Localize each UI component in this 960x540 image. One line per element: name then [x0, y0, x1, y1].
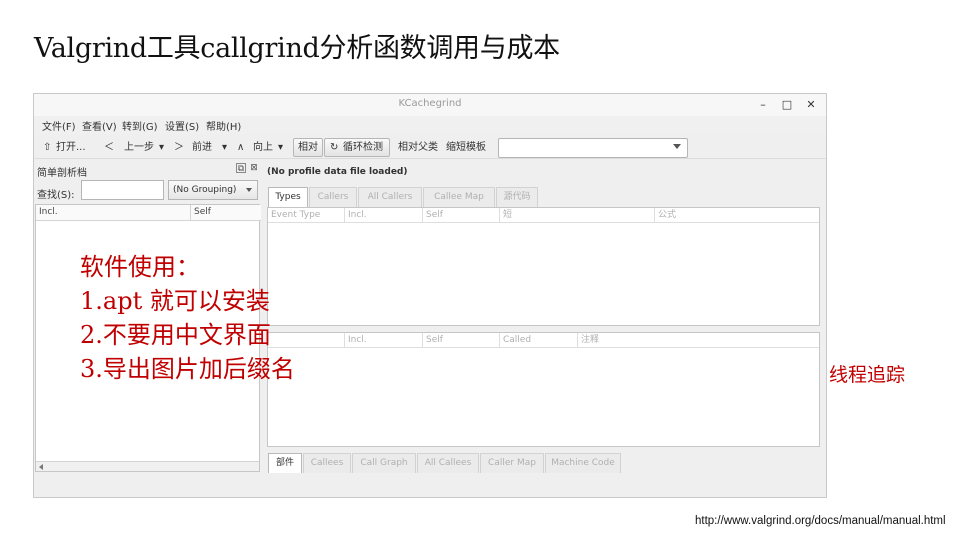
search-label: 查找(S): [37, 190, 75, 201]
bottom-tab-bar: 部件 Callees Call Graph All Callees Caller… [268, 453, 826, 473]
column-header-short[interactable]: 短 [500, 208, 655, 223]
tab-all-callees[interactable]: All Callees [417, 453, 479, 473]
open-icon[interactable]: ⇧ [43, 139, 51, 156]
usage-notes-heading: 软件使用： [80, 253, 200, 281]
slide-title: Valgrind工具callgrind分析函数调用与成本 [34, 33, 560, 64]
tab-caller-map[interactable]: Caller Map [480, 453, 544, 473]
toolbar: ⇧ 打开... ＜ 上一步 ▾ ＞ 前进 ▾ ∧ 向上 ▾ 相对 ↻ 循环检测 相… [34, 135, 826, 159]
maximize-button[interactable]: □ [778, 96, 796, 114]
menu-settings[interactable]: 设置(S) [165, 118, 199, 133]
thread-tracing-note: 线程追踪 [829, 364, 906, 386]
chevron-down-icon[interactable]: ▾ [222, 139, 227, 156]
column-header-comment[interactable]: 注释 [578, 333, 819, 348]
chevron-down-icon[interactable]: ▾ [159, 139, 164, 156]
menu-go[interactable]: 转到(G) [122, 118, 158, 133]
open-button[interactable]: 打开... [56, 139, 86, 156]
cycle-icon: ↻ [330, 142, 339, 153]
menu-help[interactable]: 帮助(H) [206, 118, 241, 133]
usage-note-item: 2.不要用中文界面 [80, 321, 271, 349]
tab-parts[interactable]: 部件 [268, 453, 302, 473]
menubar: 文件(F) 查看(V) 转到(G) 设置(S) 帮助(H) [34, 116, 826, 134]
up-icon[interactable]: ∧ [237, 139, 244, 156]
float-icon[interactable]: ⧉ [236, 163, 246, 174]
relative-to-parent-toggle[interactable]: 相对父类 [398, 139, 438, 156]
tab-callee-map[interactable]: Callee Map [423, 187, 495, 207]
back-icon[interactable]: ＜ [104, 139, 114, 156]
back-button[interactable]: 上一步 [124, 139, 154, 156]
status-label: (No profile data file loaded) [267, 167, 408, 177]
scroll-left-icon[interactable] [39, 464, 43, 470]
chevron-down-icon [673, 144, 681, 149]
usage-note-item: 3.导出图片加后缀名 [80, 355, 295, 383]
usage-note-item: 1.apt 就可以安装 [80, 287, 270, 315]
tab-machine-code[interactable]: Machine Code [545, 453, 621, 473]
tab-source-code[interactable]: 源代码 [496, 187, 538, 207]
close-button[interactable]: ✕ [802, 96, 820, 114]
close-icon[interactable]: ⊠ [249, 163, 259, 173]
source-link[interactable]: http://www.valgrind.org/docs/manual/manu… [695, 515, 946, 527]
column-header-self[interactable]: Self [191, 205, 261, 221]
top-tab-bar: Types Callers All Callers Callee Map 源代码 [268, 187, 826, 207]
menu-file[interactable]: 文件(F) [42, 118, 76, 133]
forward-button[interactable]: 前进 [192, 139, 212, 156]
callee-table[interactable]: Incl. Self Called 注释 [267, 332, 820, 447]
column-header-self[interactable]: Self [423, 208, 500, 223]
tab-all-callers[interactable]: All Callers [358, 187, 422, 207]
menu-view[interactable]: 查看(V) [82, 118, 117, 133]
grouping-select[interactable]: (No Grouping) [168, 180, 258, 200]
column-header-event-type[interactable]: Event Type [268, 208, 345, 223]
forward-icon[interactable]: ＞ [174, 139, 184, 156]
grouping-value: (No Grouping) [173, 185, 237, 195]
event-type-table[interactable]: Event Type Incl. Self 短 公式 [267, 207, 820, 326]
minimize-button[interactable]: – [754, 96, 772, 114]
tab-types[interactable]: Types [268, 187, 308, 207]
shorten-templates-toggle[interactable]: 缩短模板 [446, 139, 486, 156]
chevron-down-icon[interactable]: ▾ [278, 139, 283, 156]
cycle-detection-label: 循环检测 [343, 142, 383, 153]
tab-call-graph[interactable]: Call Graph [352, 453, 416, 473]
tab-callers[interactable]: Callers [309, 187, 357, 207]
usage-notes: 软件使用： 1.apt 就可以安装 2.不要用中文界面 3.导出图片加后缀名 [80, 250, 295, 386]
panel-title: 简单剖析档 [37, 168, 87, 179]
tab-callees[interactable]: Callees [303, 453, 351, 473]
column-header-incl[interactable]: Incl. [345, 208, 423, 223]
column-header-called[interactable]: Called [500, 333, 578, 348]
horizontal-scrollbar[interactable] [36, 461, 259, 471]
column-header-formula[interactable]: 公式 [655, 208, 819, 223]
relative-toggle[interactable]: 相对 [293, 138, 323, 157]
event-type-select[interactable] [498, 138, 688, 158]
column-header-self[interactable]: Self [423, 333, 500, 348]
search-input[interactable] [81, 180, 164, 200]
column-header-incl[interactable]: Incl. [345, 333, 423, 348]
up-button[interactable]: 向上 [253, 139, 273, 156]
cycle-detection-toggle[interactable]: ↻ 循环检测 [324, 138, 390, 157]
column-header-incl[interactable]: Incl. [36, 205, 191, 221]
window-titlebar: KCachegrind – □ ✕ [34, 94, 826, 116]
chevron-down-icon [246, 188, 252, 192]
window-title: KCachegrind [398, 98, 462, 109]
